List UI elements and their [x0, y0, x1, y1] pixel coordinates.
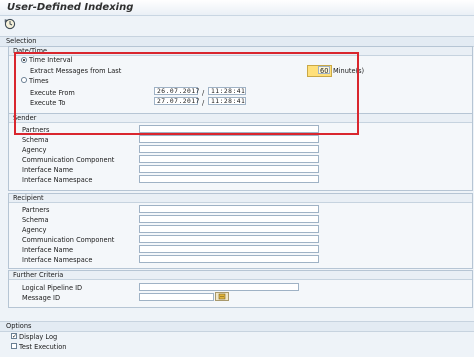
selection-header-label: Selection [6, 37, 37, 45]
title-bar: User-Defined Indexing [0, 0, 474, 16]
options-header-label: Options [6, 322, 32, 330]
page-title: User-Defined Indexing [7, 2, 134, 13]
recipient-interface-name-label: Interface Name [22, 246, 74, 254]
sender-schema-input[interactable] [139, 135, 319, 143]
sender-interface-name-label: Interface Name [22, 166, 74, 174]
recipient-component-input[interactable] [139, 235, 319, 243]
recipient-group-title: Recipient [9, 194, 472, 203]
sender-interface-name-input[interactable] [139, 165, 319, 173]
recipient-component-label: Communication Component [22, 236, 115, 244]
further-criteria-group-title: Further Criteria [9, 271, 472, 280]
display-log-label: Display Log [19, 333, 58, 341]
recipient-schema-label: Schema [22, 216, 49, 224]
message-id-label: Message ID [22, 294, 61, 302]
recipient-agency-input[interactable] [139, 225, 319, 233]
recipient-partners-input[interactable] [139, 205, 319, 213]
sender-interface-namespace-input[interactable] [139, 175, 319, 183]
options-section-header: Options [0, 321, 474, 332]
execute-clock-icon[interactable] [4, 18, 16, 30]
recipient-interface-namespace-input[interactable] [139, 255, 319, 263]
sender-interface-namespace-label: Interface Namespace [22, 176, 93, 184]
recipient-agency-label: Agency [22, 226, 47, 234]
toolbar [0, 16, 474, 32]
test-execution-label: Test Execution [19, 343, 67, 351]
further-criteria-title-label: Further Criteria [13, 271, 64, 279]
sender-agency-label: Agency [22, 146, 47, 154]
value-help-icon [218, 293, 226, 300]
recipient-schema-input[interactable] [139, 215, 319, 223]
test-execution-checkbox[interactable] [11, 343, 17, 349]
display-log-checkbox[interactable]: ✓ [11, 333, 17, 340]
sender-schema-label: Schema [22, 136, 49, 144]
message-id-search-button[interactable] [215, 292, 229, 301]
sender-component-label: Communication Component [22, 156, 115, 164]
recipient-partners-label: Partners [22, 206, 50, 214]
recipient-interface-namespace-label: Interface Namespace [22, 256, 93, 264]
recipient-title-label: Recipient [13, 194, 44, 202]
sender-agency-input[interactable] [139, 145, 319, 153]
recipient-interface-name-input[interactable] [139, 245, 319, 253]
highlight-frame [14, 52, 359, 135]
sender-component-input[interactable] [139, 155, 319, 163]
pipeline-id-input[interactable] [139, 283, 299, 291]
message-id-input[interactable] [139, 293, 214, 301]
pipeline-id-label: Logical Pipeline ID [22, 284, 83, 292]
